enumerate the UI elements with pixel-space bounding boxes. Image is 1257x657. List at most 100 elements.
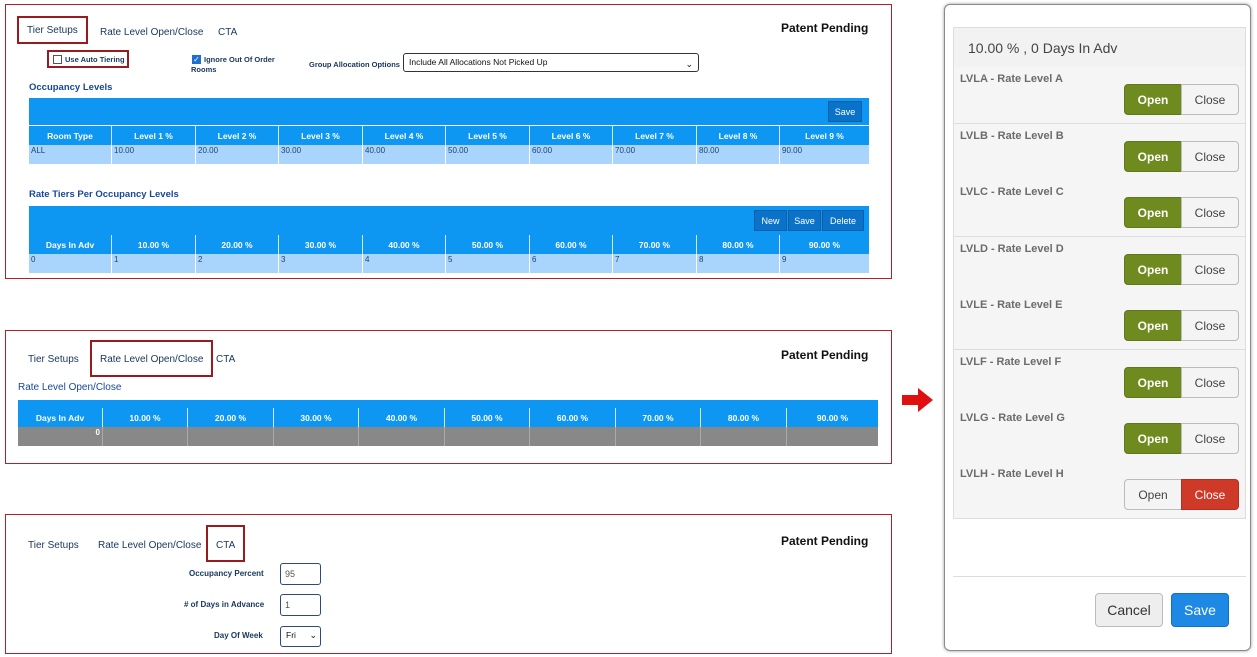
open-toggle-button[interactable]: Open [1124, 197, 1182, 228]
tier-cell[interactable]: 4 [363, 254, 446, 273]
rl-days-cell: 0 [18, 427, 103, 446]
tier-header-cell: 40.00 % [363, 235, 446, 254]
tier-cell[interactable]: 0 [29, 254, 112, 273]
occ-cell[interactable]: 60.00 [530, 145, 613, 164]
rl-header-cell: 70.00 % [616, 408, 701, 427]
occ-header-cell: Level 3 % [279, 126, 363, 145]
tier-header-cell: 70.00 % [613, 235, 697, 254]
occupancy-percent-input[interactable]: 95 [280, 563, 321, 585]
rate-level-data-row[interactable]: 0 [18, 427, 878, 446]
rate-level-name: LVLD - Rate Level D [960, 243, 1064, 255]
rate-tiers-delete-button[interactable]: Delete [822, 210, 864, 231]
open-toggle-button[interactable]: Open [1124, 84, 1182, 115]
open-toggle-button[interactable]: Open [1124, 141, 1182, 172]
occupancy-save-button[interactable]: Save [828, 101, 862, 122]
occupancy-levels-title: Occupancy Levels [29, 82, 113, 93]
rate-tiers-new-button[interactable]: New [754, 210, 787, 231]
occupancy-data-row[interactable]: ALL 10.00 20.00 30.00 40.00 50.00 60.00 … [29, 145, 869, 164]
occ-cell[interactable]: 50.00 [446, 145, 530, 164]
tier-header-cell: 80.00 % [697, 235, 780, 254]
rl-cell[interactable] [445, 427, 530, 446]
patent-pending-label: Patent Pending [781, 21, 869, 35]
close-toggle-button[interactable]: Close [1181, 141, 1239, 172]
occ-cell[interactable]: 70.00 [613, 145, 697, 164]
tier-cell[interactable]: 9 [780, 254, 869, 273]
tab-tier-setups[interactable]: Tier Setups [28, 540, 79, 551]
close-toggle-button[interactable]: Close [1181, 479, 1239, 510]
occ-cell[interactable]: 90.00 [780, 145, 869, 164]
rl-cell[interactable] [274, 427, 359, 446]
rl-cell[interactable] [701, 427, 787, 446]
rate-level-row: LVLC - Rate Level C Open Close [953, 180, 1246, 237]
tier-cell[interactable]: 3 [279, 254, 363, 273]
tier-header-cell: Days In Adv [29, 235, 112, 254]
tab-cta[interactable]: CTA [216, 354, 235, 365]
open-toggle-button[interactable]: Open [1124, 310, 1182, 341]
tab-tier-setups[interactable]: Tier Setups [28, 354, 79, 365]
tab-rate-level-open-close[interactable]: Rate Level Open/Close [90, 340, 214, 377]
rl-cell[interactable] [188, 427, 274, 446]
open-toggle-button[interactable]: Open [1124, 254, 1182, 285]
days-in-advance-input[interactable]: 1 [280, 594, 321, 616]
tier-header-cell: 90.00 % [808, 239, 841, 250]
occ-header-cell: Level 1 % [112, 126, 196, 145]
occ-header-cell: Level 8 % [697, 126, 780, 145]
rl-cell[interactable] [787, 427, 878, 446]
group-allocation-select[interactable]: Include All Allocations Not Picked Up ⌄ [403, 53, 699, 72]
cancel-button[interactable]: Cancel [1095, 593, 1163, 627]
occ-cell[interactable]: 10.00 [112, 145, 196, 164]
rate-level-panel: Tier Setups Rate Level Open/Close CTA Pa… [5, 330, 892, 464]
close-toggle-button[interactable]: Close [1181, 310, 1239, 341]
open-toggle-button[interactable]: Open [1124, 479, 1182, 510]
tier-cell[interactable]: 2 [196, 254, 279, 273]
tab-rate-level-open-close[interactable]: Rate Level Open/Close [100, 27, 203, 38]
tab-rate-level-open-close[interactable]: Rate Level Open/Close [98, 540, 201, 551]
rate-tiers-save-button[interactable]: Save [788, 210, 821, 231]
tier-setups-panel: Tier Setups Rate Level Open/Close CTA Pa… [5, 4, 892, 279]
cta-panel: Tier Setups Rate Level Open/Close CTA Pa… [5, 514, 892, 654]
rl-cell[interactable] [359, 427, 445, 446]
day-of-week-select[interactable]: Fri ⌄ [280, 626, 321, 647]
occ-cell[interactable]: 20.00 [196, 145, 279, 164]
day-of-week-label: Day Of Week [214, 631, 263, 640]
rl-cell[interactable] [530, 427, 616, 446]
rate-level-modal: 10.00 % , 0 Days In Adv LVLA - Rate Leve… [944, 4, 1251, 651]
occ-header-cell: Level 7 % [613, 126, 697, 145]
auto-tiering-label: Use Auto Tiering [65, 55, 125, 64]
occ-cell[interactable]: 40.00 [363, 145, 446, 164]
tier-cell[interactable]: 6 [530, 254, 613, 273]
save-button[interactable]: Save [1171, 593, 1229, 627]
tier-cell[interactable]: 5 [446, 254, 530, 273]
tab-tier-setups[interactable]: Tier Setups [17, 16, 88, 44]
close-toggle-button[interactable]: Close [1181, 197, 1239, 228]
chevron-down-icon: ⌄ [309, 630, 317, 640]
tier-cell[interactable]: 8 [697, 254, 780, 273]
occ-cell[interactable]: 80.00 [697, 145, 780, 164]
open-toggle-button[interactable]: Open [1124, 423, 1182, 454]
rate-level-row: LVLE - Rate Level E Open Close [953, 293, 1246, 350]
rate-tiers-data-row[interactable]: 0 1 2 3 4 5 6 7 8 9 [29, 254, 869, 273]
rl-header-cell: 90.00 % [816, 412, 849, 423]
tab-cta[interactable]: CTA [218, 27, 237, 38]
open-toggle-button[interactable]: Open [1124, 367, 1182, 398]
rl-cell[interactable] [103, 427, 188, 446]
auto-tiering-checkbox[interactable] [53, 55, 62, 64]
rl-header-cell: 60.00 % [530, 408, 616, 427]
close-toggle-button[interactable]: Close [1181, 84, 1239, 115]
rate-level-name: LVLC - Rate Level C [960, 186, 1064, 198]
tier-cell[interactable]: 1 [112, 254, 196, 273]
tab-cta[interactable]: CTA [206, 525, 246, 562]
rl-cell[interactable] [616, 427, 701, 446]
close-toggle-button[interactable]: Close [1181, 254, 1239, 285]
patent-pending-label: Patent Pending [781, 534, 869, 548]
occ-cell[interactable]: ALL [29, 145, 112, 164]
close-toggle-button[interactable]: Close [1181, 367, 1239, 398]
rl-header-cell: 40.00 % [359, 408, 445, 427]
occ-cell[interactable]: 30.00 [279, 145, 363, 164]
occupancy-header-row: Room Type Level 1 % Level 2 % Level 3 % … [29, 126, 869, 145]
close-toggle-button[interactable]: Close [1181, 423, 1239, 454]
auto-tiering-option[interactable]: Use Auto Tiering [47, 50, 129, 68]
tier-cell[interactable]: 7 [613, 254, 697, 273]
rate-level-header-row: Days In Adv 10.00 % 20.00 % 30.00 % 40.0… [18, 408, 878, 427]
occupancy-toolbar [29, 98, 869, 125]
